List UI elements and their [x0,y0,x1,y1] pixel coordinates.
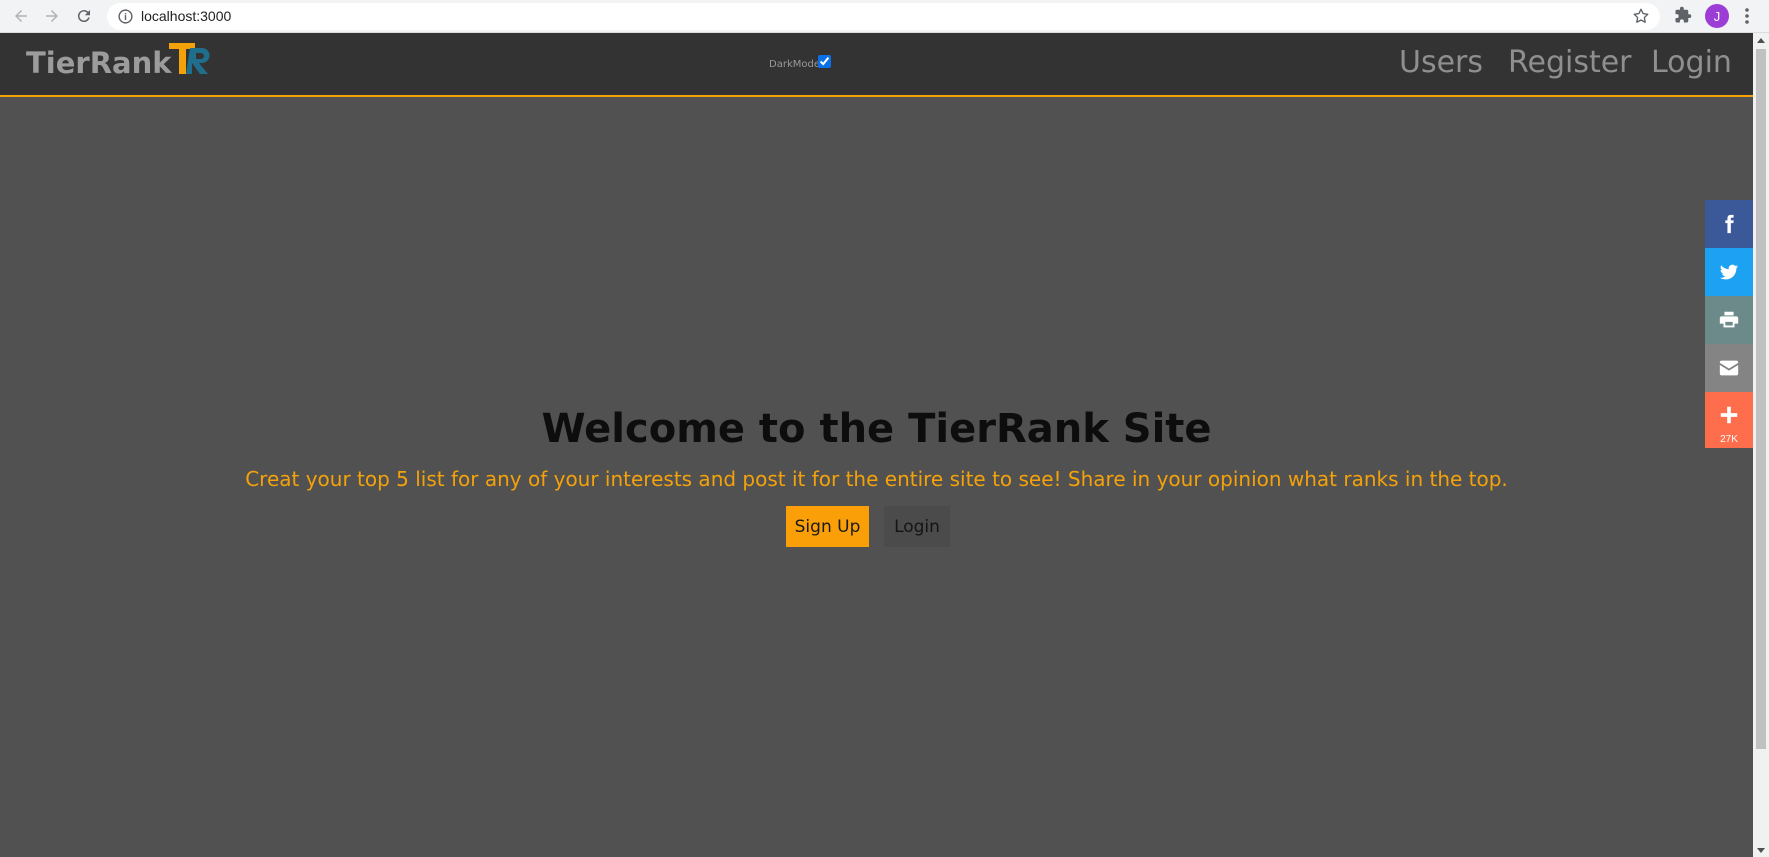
share-count: 27K [1720,434,1738,445]
share-facebook-button[interactable] [1705,200,1753,248]
reload-button[interactable] [72,4,96,28]
address-bar[interactable]: localhost:3000 [107,3,1660,30]
site-navbar: TierRank DarkMode Users Register Login [0,33,1753,97]
extensions-puzzle-icon[interactable] [1674,6,1692,24]
browser-toolbar: localhost:3000 J [0,0,1769,33]
darkmode-toggle: DarkMode [769,55,831,74]
facebook-icon [1725,214,1734,234]
print-icon [1719,311,1739,328]
arrow-left-icon [15,10,27,22]
darkmode-checkbox[interactable] [817,55,831,68]
share-email-button[interactable] [1705,344,1753,392]
nav-link-users[interactable]: Users [1399,45,1483,80]
email-icon [1719,360,1739,376]
twitter-icon [1719,264,1739,280]
share-more-button[interactable]: 27K [1705,392,1753,448]
browser-menu-icon[interactable] [1738,6,1756,26]
arrow-right-icon [46,10,58,22]
nav-link-register[interactable]: Register [1508,45,1632,80]
hero-title: Welcome to the TierRank Site [541,406,1212,452]
reload-icon [77,10,90,23]
hero-subtitle: Creat your top 5 list for any of your in… [245,467,1508,491]
nav-link-login[interactable]: Login [1651,45,1732,80]
share-print-button[interactable] [1705,296,1753,344]
login-button[interactable]: Login [884,506,950,547]
forward-button[interactable] [40,4,64,28]
info-icon[interactable] [117,8,134,25]
brand-name[interactable]: TierRank [26,46,172,80]
darkmode-label: DarkMode [769,59,820,70]
url-text[interactable]: localhost:3000 [141,8,231,24]
share-twitter-button[interactable] [1705,248,1753,296]
scroll-down-arrow-icon[interactable] [1757,848,1765,853]
back-button[interactable] [9,4,33,28]
scroll-up-arrow-icon[interactable] [1757,38,1765,43]
plus-icon [1720,406,1738,424]
tierrank-logo[interactable] [168,41,218,77]
signup-button[interactable]: Sign Up [786,506,869,547]
bookmark-star-icon[interactable] [1632,7,1650,25]
profile-avatar[interactable]: J [1705,4,1729,28]
scrollbar-thumb[interactable] [1756,49,1766,749]
